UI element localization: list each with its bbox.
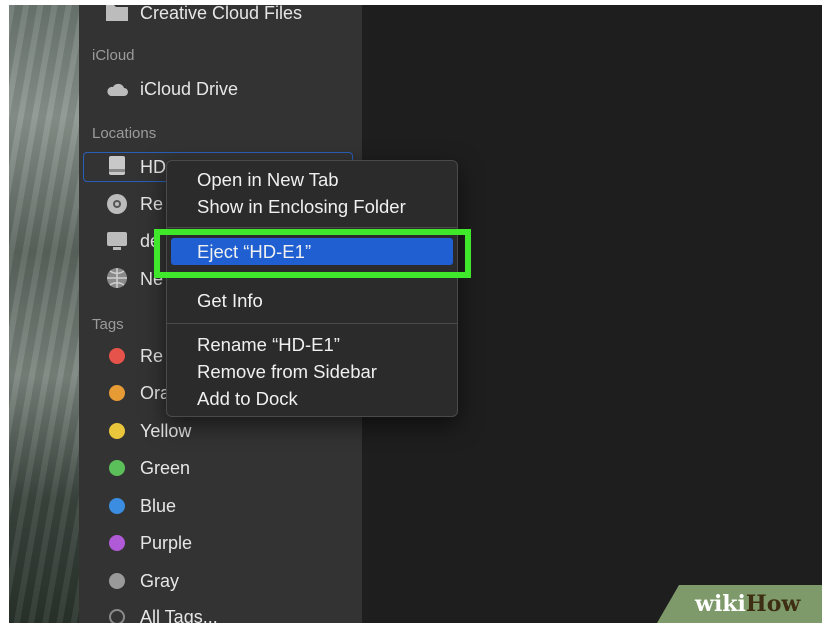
purple-tag-dot xyxy=(109,535,125,551)
sidebar-tag-gray[interactable]: Gray xyxy=(79,567,362,595)
cloud-icon xyxy=(107,83,128,96)
sidebar-heading-tags: Tags xyxy=(92,316,124,333)
hard-drive-icon xyxy=(109,156,125,175)
menu-item-label: Remove from Sidebar xyxy=(197,361,377,382)
menu-item-get-info[interactable]: Get Info xyxy=(167,287,457,314)
screenshot-frame: Creative Cloud Files iCloud iCloud Drive… xyxy=(9,5,822,623)
menu-item-remove-from-sidebar[interactable]: Remove from Sidebar xyxy=(167,358,457,385)
folder-icon xyxy=(106,5,128,21)
menu-item-label: Show in Enclosing Folder xyxy=(197,196,406,217)
sidebar-item-label: Re xyxy=(140,345,164,366)
sidebar-item-all-tags[interactable]: All Tags... xyxy=(79,603,362,623)
gray-tag-dot xyxy=(109,573,125,589)
watermark-wiki-text: wiki xyxy=(695,591,746,617)
network-icon xyxy=(107,268,127,288)
menu-item-rename[interactable]: Rename “HD-E1” xyxy=(167,331,457,358)
sidebar-item-label: Green xyxy=(140,457,191,478)
sidebar-heading-icloud: iCloud xyxy=(92,47,135,64)
menu-item-label: Get Info xyxy=(197,290,263,311)
sidebar-tag-purple[interactable]: Purple xyxy=(79,529,362,557)
callout-highlight-box xyxy=(154,229,471,278)
context-menu: Open in New Tab Show in Enclosing Folder… xyxy=(166,160,458,417)
menu-item-open-in-new-tab[interactable]: Open in New Tab xyxy=(167,166,457,193)
orange-tag-dot xyxy=(109,385,125,401)
sidebar-item-label: Purple xyxy=(140,532,193,553)
yellow-tag-dot xyxy=(109,423,125,439)
menu-item-label: Open in New Tab xyxy=(197,169,339,190)
optical-disc-icon xyxy=(107,194,127,214)
menu-separator xyxy=(167,227,457,228)
watermark-logo: wikiHow xyxy=(695,591,800,617)
menu-separator xyxy=(167,323,457,324)
sidebar-item-creative-cloud-files[interactable]: Creative Cloud Files xyxy=(79,5,362,27)
blue-tag-dot xyxy=(109,498,125,514)
sidebar-item-label: All Tags... xyxy=(140,606,218,623)
sidebar-tag-blue[interactable]: Blue xyxy=(79,492,362,520)
green-tag-dot xyxy=(109,460,125,476)
sidebar-tag-yellow[interactable]: Yellow xyxy=(79,417,362,445)
wikihow-watermark: wikiHow xyxy=(657,585,822,623)
sidebar-item-label: Blue xyxy=(140,495,177,516)
watermark-how-text: How xyxy=(745,591,801,617)
sidebar-item-icloud-drive[interactable]: iCloud Drive xyxy=(79,75,362,103)
all-tags-icon xyxy=(109,609,125,623)
menu-item-label: Rename “HD-E1” xyxy=(197,334,340,355)
sidebar-tag-green[interactable]: Green xyxy=(79,454,362,482)
sidebar-item-label: HD xyxy=(140,156,166,177)
sidebar-item-label: Yellow xyxy=(140,420,192,441)
desktop-wallpaper xyxy=(9,5,84,623)
sidebar-item-label: Re xyxy=(140,193,164,214)
sidebar-item-label: Creative Cloud Files xyxy=(140,5,303,23)
menu-item-label: Add to Dock xyxy=(197,388,298,409)
display-icon xyxy=(107,232,127,250)
sidebar-heading-locations: Locations xyxy=(92,125,157,142)
red-tag-dot xyxy=(109,348,125,364)
menu-item-show-in-enclosing-folder[interactable]: Show in Enclosing Folder xyxy=(167,193,457,220)
sidebar-item-label: iCloud Drive xyxy=(140,78,239,99)
menu-item-add-to-dock[interactable]: Add to Dock xyxy=(167,385,457,412)
sidebar-item-label: Gray xyxy=(140,570,180,591)
